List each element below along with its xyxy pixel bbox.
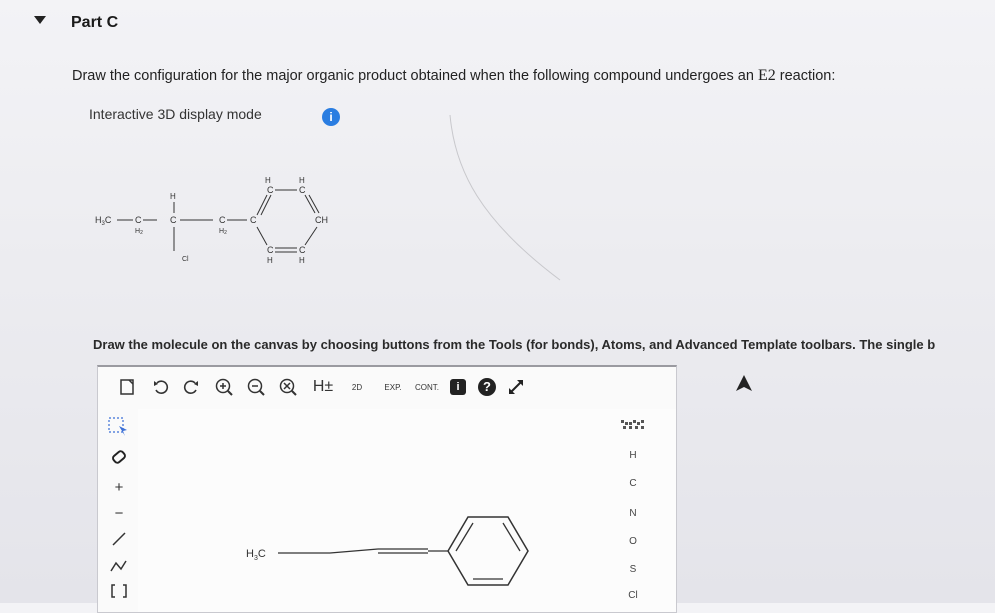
hydrogen-toggle-button[interactable]: H± (308, 373, 338, 401)
atom-toolbar: H C N O S Cl (618, 410, 658, 603)
fullscreen-icon[interactable] (504, 373, 528, 401)
atom-c[interactable]: C (618, 478, 648, 489)
cl-label: Cl (182, 256, 189, 263)
canvas-benzene-ring[interactable] (447, 516, 529, 586)
negative-charge-button[interactable]: − (104, 501, 134, 525)
zoom-out-icon[interactable] (244, 373, 268, 401)
reaction-type: E2 (757, 67, 776, 84)
left-toolbar: + − (98, 409, 139, 609)
bracket-tool-icon[interactable] (104, 579, 134, 603)
positive-charge-button[interactable]: + (104, 475, 134, 499)
info-icon[interactable]: i (322, 108, 340, 126)
contract-button[interactable]: CONT. (410, 373, 444, 401)
canvas-methyl-label[interactable]: H3C (246, 548, 266, 562)
undo-icon[interactable] (150, 373, 172, 401)
canvas-bond-2[interactable] (329, 548, 379, 554)
c3-h-label: H (170, 192, 176, 201)
ring-c6-label: C (267, 245, 274, 255)
help-icon[interactable]: ? (476, 373, 498, 401)
mouse-cursor-icon (736, 375, 752, 391)
collapse-triangle-icon[interactable] (34, 16, 46, 24)
ring-c2-label: C (267, 185, 274, 195)
top-toolbar: H± 2D EXP. CONT. i ? (98, 367, 676, 409)
question-text-before: Draw the configuration for the major org… (72, 68, 758, 84)
single-bond-icon[interactable] (104, 527, 134, 551)
atom-n[interactable]: N (618, 508, 648, 519)
c2-h2-label: H2 (135, 228, 143, 236)
clean-2d-button[interactable]: 2D (344, 373, 370, 401)
periodic-table-icon[interactable] (618, 418, 648, 435)
instruction-text: Draw the molecule on the canvas by choos… (93, 337, 936, 352)
cursor-trail (449, 114, 561, 281)
info-toolbar-icon[interactable]: i (448, 373, 468, 401)
c4-label: C (219, 215, 226, 225)
ring-c1-label: C (250, 215, 257, 225)
atom-s[interactable]: S (618, 564, 648, 575)
h3c-label: H3C (95, 215, 112, 227)
ring-h-bottom-right: H (299, 256, 305, 265)
ring-c5-label: C (299, 245, 306, 255)
expand-button[interactable]: EXP. (378, 373, 408, 401)
molecule-editor[interactable]: H± 2D EXP. CONT. i ? + − H3C (97, 365, 677, 613)
select-lasso-icon[interactable] (104, 415, 134, 439)
drawing-canvas[interactable]: H3C (138, 409, 676, 612)
ring-h-bottom-left: H (267, 256, 273, 265)
c4-h2-label: H2 (219, 228, 227, 236)
c3-label: C (170, 215, 177, 225)
redo-icon[interactable] (180, 373, 202, 401)
eraser-icon[interactable] (104, 445, 134, 469)
c2-label: C (135, 215, 142, 225)
atom-o[interactable]: O (618, 536, 648, 547)
chain-tool-icon[interactable] (104, 553, 134, 577)
part-title: Part C (71, 14, 119, 31)
ring-h-top-right: H (299, 176, 305, 185)
question-text: Draw the configuration for the major org… (72, 67, 835, 85)
question-text-after: reaction: (775, 68, 836, 84)
ring-ch-label: CH (315, 215, 328, 225)
ring-c3-label: C (299, 185, 306, 195)
display-mode-label: Interactive 3D display mode (89, 106, 262, 122)
ring-h-top-left: H (265, 176, 271, 185)
atom-cl[interactable]: Cl (618, 590, 648, 601)
atom-h[interactable]: H (618, 450, 648, 461)
zoom-in-icon[interactable] (212, 373, 236, 401)
reactant-molecule[interactable]: H3C C H2 H C Cl C H2 C H C H C CH C H C … (95, 165, 355, 275)
new-document-icon[interactable] (116, 373, 138, 401)
clear-icon[interactable] (276, 373, 300, 401)
